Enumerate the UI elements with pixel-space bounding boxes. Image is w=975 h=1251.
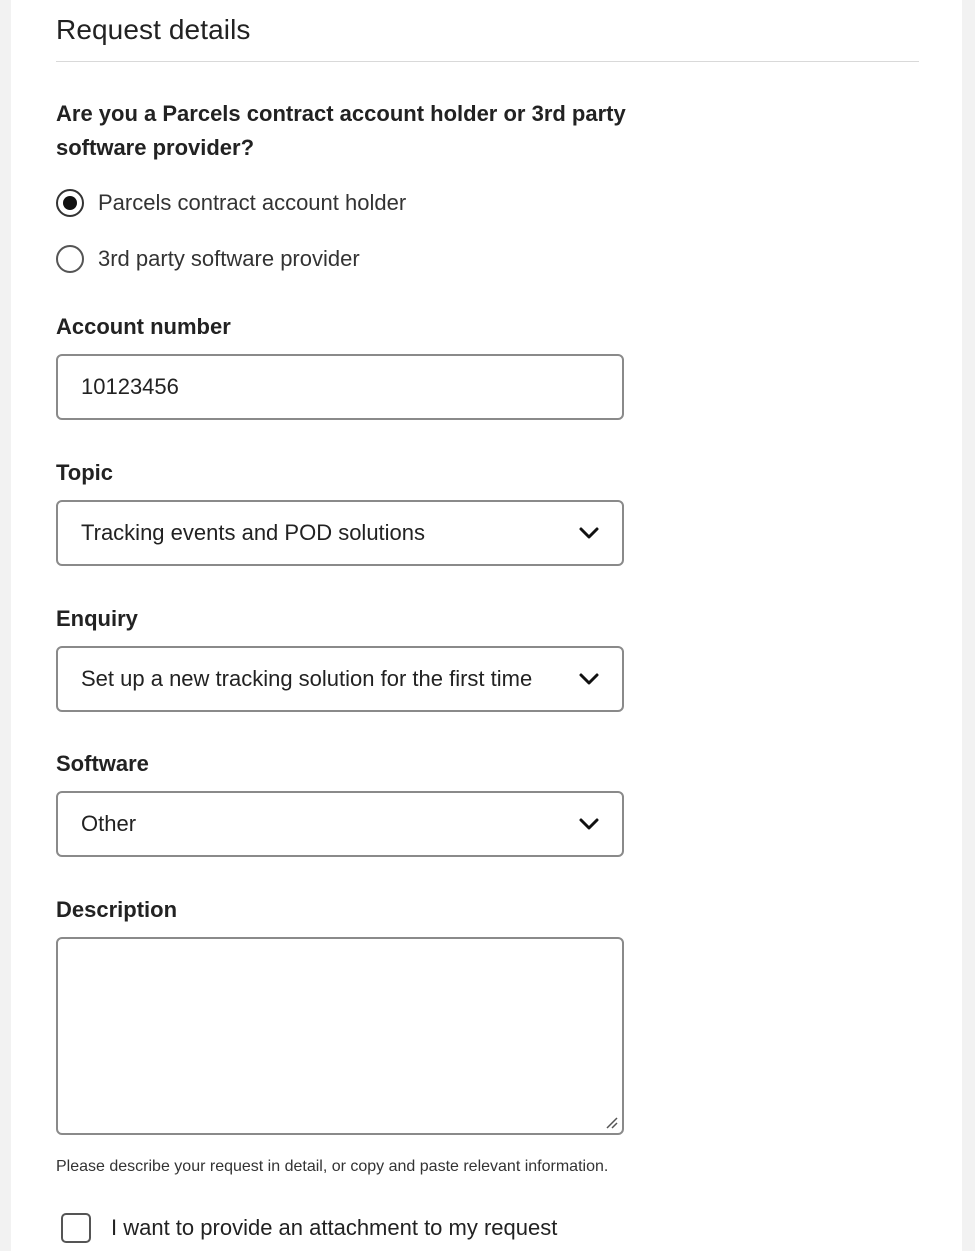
account-number-input[interactable]: 10123456	[56, 354, 624, 420]
enquiry-select[interactable]: Set up a new tracking solution for the f…	[56, 646, 624, 712]
enquiry-selected-value: Set up a new tracking solution for the f…	[81, 666, 533, 691]
radio-dot-icon	[63, 196, 77, 210]
radio-label-third-party-provider: 3rd party software provider	[98, 246, 360, 271]
chevron-down-icon	[579, 673, 599, 685]
account-number-value: 10123456	[81, 374, 179, 399]
attachment-checkbox-label: I want to provide an attachment to my re…	[111, 1215, 558, 1240]
software-label: Software	[56, 751, 149, 776]
topic-label: Topic	[56, 460, 114, 485]
enquiry-label: Enquiry	[56, 606, 138, 631]
description-textarea[interactable]	[56, 937, 624, 1135]
attachment-checkbox[interactable]	[61, 1213, 91, 1243]
topic-select[interactable]: Tracking events and POD solutions	[56, 500, 624, 566]
radio-selected-icon[interactable]	[56, 189, 84, 217]
radio-unselected-icon[interactable]	[56, 245, 84, 273]
section-title: Request details	[56, 14, 251, 45]
radio-third-party-provider[interactable]: 3rd party software provider	[56, 244, 360, 274]
account-type-question: Are you a Parcels contract account holde…	[56, 101, 626, 160]
account-number-label: Account number	[56, 314, 231, 339]
resize-grip-icon[interactable]	[605, 1116, 619, 1130]
software-selected-value: Other	[81, 811, 137, 836]
software-select[interactable]: Other	[56, 791, 624, 857]
section-divider	[56, 61, 919, 62]
radio-label-contract-account-holder: Parcels contract account holder	[98, 190, 407, 215]
attachment-checkbox-row[interactable]: I want to provide an attachment to my re…	[61, 1213, 557, 1243]
description-label: Description	[56, 897, 178, 922]
description-hint: Please describe your request in detail, …	[56, 1158, 609, 1175]
request-details-panel: Request details Are you a Parcels contra…	[11, 0, 962, 1251]
radio-contract-account-holder[interactable]: Parcels contract account holder	[56, 188, 406, 218]
topic-selected-value: Tracking events and POD solutions	[81, 520, 426, 545]
chevron-down-icon	[579, 818, 599, 830]
chevron-down-icon	[579, 527, 599, 539]
